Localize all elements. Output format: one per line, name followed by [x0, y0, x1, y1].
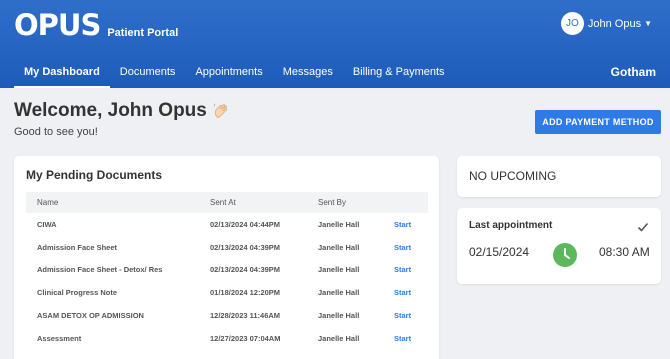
start-link[interactable]: Start	[383, 220, 428, 229]
document-sent-at: 01/18/2024 12:20PM	[210, 288, 281, 298]
document-name: Admission Face Sheet - Detox/ Res	[37, 265, 163, 275]
caret-down-icon: ▼	[644, 19, 652, 28]
nav-messages[interactable]: Messages	[273, 60, 343, 88]
app-header: OPUS Patient Portal JO John Opus ▼ My Da…	[0, 0, 670, 88]
start-link[interactable]: Start	[383, 243, 428, 252]
table-row: CIWA 02/13/2024 04:44PM Janelle Hall Sta…	[26, 213, 428, 236]
column-header-sent-by: Sent By	[318, 198, 347, 207]
opus-logo[interactable]: OPUS Patient Portal	[14, 10, 178, 40]
document-sent-at: 02/13/2024 04:39PM	[210, 265, 281, 275]
waving-hand-icon	[213, 103, 227, 118]
start-link[interactable]: Start	[383, 288, 428, 297]
portal-label: Patient Portal	[107, 27, 179, 39]
check-icon	[637, 222, 649, 232]
welcome-subtitle: Good to see you!	[14, 126, 98, 138]
avatar: JO	[560, 12, 584, 35]
logo-text: OPUS	[14, 8, 101, 42]
table-row: Clinical Progress Note 01/18/2024 12:20P…	[26, 281, 428, 304]
document-sent-by: Janelle Hall	[318, 288, 360, 298]
no-upcoming-text: NO UPCOMING	[469, 169, 557, 183]
document-sent-at: 12/27/2023 07:04AM	[210, 333, 281, 343]
add-payment-method-button[interactable]: ADD PAYMENT METHOD	[535, 110, 661, 134]
document-sent-at: 02/13/2024 04:39PM	[210, 242, 281, 252]
clock-icon	[553, 243, 577, 267]
document-sent-at: 12/28/2023 11:46AM	[210, 311, 281, 321]
table-header: Name Sent At Sent By	[26, 192, 428, 213]
main-nav: My Dashboard Documents Appointments Mess…	[14, 60, 455, 88]
document-name: ASAM DETOX OP ADMISSION	[37, 311, 144, 321]
column-header-name: Name	[37, 198, 59, 207]
pending-documents-title: My Pending Documents	[26, 168, 163, 182]
column-header-sent-at: Sent At	[210, 198, 236, 207]
document-name: Clinical Progress Note	[37, 288, 118, 298]
pending-documents-card: My Pending Documents Name Sent At Sent B…	[14, 156, 439, 359]
document-name: Admission Face Sheet	[37, 242, 118, 252]
user-menu[interactable]: JO John Opus ▼	[560, 12, 652, 35]
welcome-title: Welcome, John Opus	[14, 100, 207, 121]
last-appointment-card: Last appointment 02/15/2024 08:30 AM	[457, 208, 661, 284]
table-row: ASAM DETOX OP ADMISSION 12/28/2023 11:46…	[26, 304, 428, 327]
last-appointment-date: 02/15/2024	[469, 245, 530, 259]
start-link[interactable]: Start	[383, 334, 428, 343]
document-sent-by: Janelle Hall	[318, 242, 360, 252]
document-sent-by: Janelle Hall	[318, 265, 360, 275]
start-link[interactable]: Start	[383, 311, 428, 320]
nav-billing-payments[interactable]: Billing & Payments	[343, 60, 455, 88]
last-appointment-title: Last appointment	[469, 220, 553, 231]
upcoming-appointments-card: NO UPCOMING	[457, 156, 661, 197]
document-name: CIWA	[37, 219, 57, 229]
organization-name: Gotham	[610, 65, 656, 79]
nav-documents[interactable]: Documents	[110, 60, 186, 88]
welcome-heading: Welcome, John Opus	[14, 100, 230, 122]
user-name: John Opus	[587, 17, 642, 30]
document-sent-by: Janelle Hall	[318, 311, 360, 321]
table-row: Admission Face Sheet 02/13/2024 04:39PM …	[26, 236, 428, 259]
table-row: Admission Face Sheet - Detox/ Res 02/13/…	[26, 259, 428, 282]
document-sent-by: Janelle Hall	[318, 333, 360, 343]
table-row: Assessment 12/27/2023 07:04AM Janelle Ha…	[26, 327, 428, 350]
pending-documents-table: Name Sent At Sent By CIWA 02/13/2024 04:…	[26, 192, 428, 350]
nav-my-dashboard[interactable]: My Dashboard	[14, 60, 110, 88]
last-appointment-time: 08:30 AM	[599, 245, 650, 259]
document-name: Assessment	[37, 333, 82, 343]
document-sent-by: Janelle Hall	[318, 219, 360, 229]
start-link[interactable]: Start	[383, 265, 428, 274]
nav-appointments[interactable]: Appointments	[185, 60, 272, 88]
document-sent-at: 02/13/2024 04:44PM	[210, 219, 281, 229]
